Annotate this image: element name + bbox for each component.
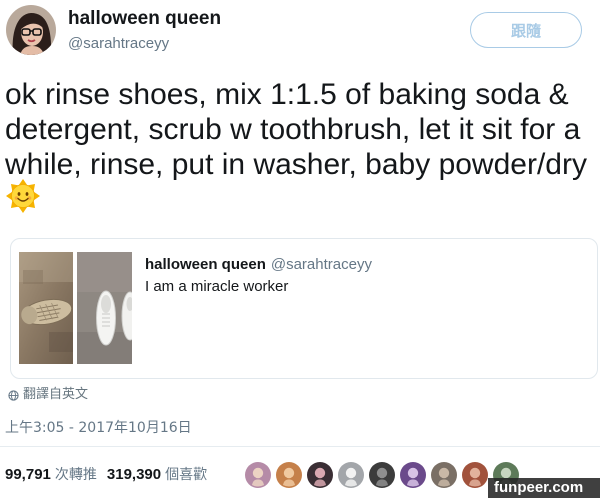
retweets-count: 99,791 xyxy=(5,466,51,483)
avatar-photo xyxy=(6,5,56,55)
liker-avatar[interactable] xyxy=(307,462,333,488)
liker-avatar[interactable] xyxy=(431,462,457,488)
stats-divider xyxy=(0,446,600,447)
liker-avatar[interactable] xyxy=(338,462,364,488)
tweet-timestamp[interactable]: 上午3:05 - 2017年10月16日 xyxy=(5,419,192,437)
likes-label: 個喜歡 xyxy=(165,467,208,483)
quoted-author-handle: @sarahtraceyy xyxy=(270,256,372,273)
dirty-shoe-photo[interactable] xyxy=(19,252,73,364)
quoted-tweet-author: halloween queen @sarahtraceyy xyxy=(145,255,372,275)
sun-with-face-icon xyxy=(5,178,41,214)
retweets-stat[interactable]: 99,791 次轉推 xyxy=(5,466,97,484)
author-handle[interactable]: @sarahtraceyy xyxy=(68,35,169,53)
globe-icon xyxy=(8,389,19,401)
likes-count: 319,390 xyxy=(106,466,162,483)
profile-avatar[interactable] xyxy=(6,5,56,55)
author-display-name[interactable]: halloween queen xyxy=(68,7,221,31)
tweet-stats: 99,791 次轉推 319,390 個喜歡 xyxy=(5,466,207,484)
liker-avatar[interactable] xyxy=(369,462,395,488)
liker-avatar[interactable] xyxy=(400,462,426,488)
quoted-tweet-text: I am a miracle worker xyxy=(145,278,289,295)
follow-button[interactable]: 跟隨 xyxy=(470,12,582,48)
watermark: funpeer.com xyxy=(488,478,600,498)
quoted-tweet-media[interactable] xyxy=(19,252,133,364)
likes-stat[interactable]: 319,390 個喜歡 xyxy=(107,466,207,484)
translate-label: 翻譯自英文 xyxy=(23,387,89,402)
retweets-label: 次轉推 xyxy=(54,467,97,483)
follow-button-label: 跟隨 xyxy=(510,21,541,40)
translate-link[interactable]: 翻譯自英文 xyxy=(8,386,88,404)
liker-avatar[interactable] xyxy=(276,462,302,488)
liker-avatars xyxy=(245,462,525,488)
clean-shoes-photo[interactable] xyxy=(77,252,132,364)
quoted-tweet-card[interactable]: halloween queen @sarahtraceyy I am a mira… xyxy=(10,238,598,379)
tweet-text: ok rinse shoes, mix 1:1.5 of baking soda… xyxy=(5,78,587,181)
liker-avatar[interactable] xyxy=(245,462,271,488)
liker-avatar[interactable] xyxy=(462,462,488,488)
quoted-author-display-name: halloween queen xyxy=(145,256,266,273)
